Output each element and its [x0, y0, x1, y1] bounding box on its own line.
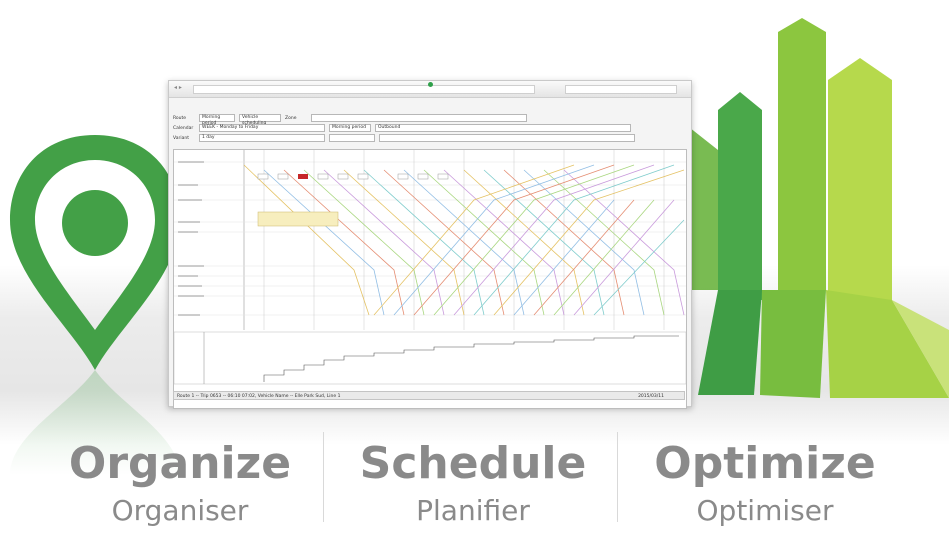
selected-trip-marker[interactable]: [298, 174, 308, 179]
bar-chart-icon: [680, 18, 949, 398]
caption-optimize: Optimize Optimiser: [620, 438, 910, 528]
caption-subtitle: Optimiser: [696, 494, 834, 527]
outbound-select[interactable]: [379, 134, 635, 142]
caption-subtitle: Organiser: [111, 494, 249, 527]
app-window: ◂ ▸ Route Morning period Vehicle schedul…: [168, 80, 692, 409]
direction-select[interactable]: Outbound: [375, 124, 631, 132]
zone-label: Zone: [285, 115, 297, 121]
browser-titlebar: ◂ ▸: [169, 81, 691, 98]
caption-divider: [323, 432, 324, 522]
status-text: Route 1 -- Trip 0653 -- 06:10 07:02, Veh…: [177, 394, 341, 399]
calendar-label: Calendar: [173, 125, 194, 131]
mode-field[interactable]: Vehicle scheduling: [239, 114, 281, 126]
schedule-graph[interactable]: [173, 149, 687, 409]
caption-subtitle: Planifier: [416, 494, 530, 527]
search-bar[interactable]: [565, 85, 677, 94]
zone-field[interactable]: [311, 114, 527, 122]
option-select[interactable]: [329, 134, 375, 142]
caption-title: Optimize: [654, 438, 876, 489]
status-bar: Route 1 -- Trip 0653 -- 06:10 07:02, Veh…: [173, 391, 685, 400]
period-select[interactable]: Morning period: [329, 124, 371, 132]
address-bar[interactable]: [193, 85, 535, 94]
variant-label: Variant: [173, 135, 189, 141]
back-forward-icon[interactable]: ◂ ▸: [174, 84, 182, 91]
toolbar: Route Morning period Vehicle scheduling …: [173, 113, 685, 143]
variant-select[interactable]: 1 day: [199, 134, 325, 142]
route-label: Route: [173, 115, 187, 121]
calendar-select[interactable]: WEEK - Monday to Friday: [199, 124, 325, 132]
caption-schedule: Schedule Planifier: [328, 438, 618, 528]
period-field[interactable]: Morning period: [199, 114, 235, 126]
caption-title: Organize: [68, 438, 292, 489]
time-space-diagram[interactable]: [173, 150, 687, 390]
status-date: 2015/03/11: [638, 394, 664, 399]
caption-title: Schedule: [359, 438, 587, 489]
trip-tooltip: [257, 211, 339, 227]
caption-organize: Organize Organiser: [40, 438, 320, 528]
camera-dot-icon: [428, 82, 433, 87]
